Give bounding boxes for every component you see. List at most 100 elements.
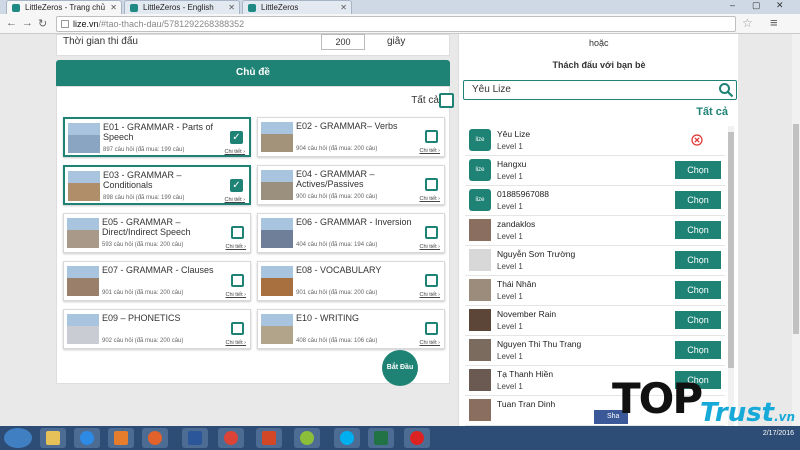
topic-checkbox[interactable]: ✓ <box>230 131 243 144</box>
friend-search-input[interactable]: Yêu Lize <box>463 80 737 100</box>
choose-button[interactable]: Chọn <box>675 341 721 359</box>
powerpoint-icon[interactable] <box>256 428 282 448</box>
word-icon[interactable] <box>182 428 208 448</box>
topic-thumbnail <box>261 122 293 152</box>
topic-detail-link[interactable]: Chi tiết › <box>420 340 441 346</box>
detail-label: Chi tiết <box>225 292 243 298</box>
choose-button[interactable]: Chọn <box>675 281 721 299</box>
topic-checkbox[interactable] <box>425 130 438 143</box>
topic-question-count: 408 câu hỏi (đã mua: 106 câu) <box>296 338 378 344</box>
watermark-logo-2: Trust.vn <box>700 398 795 428</box>
excel-icon[interactable] <box>368 428 394 448</box>
topic-checkbox[interactable] <box>231 226 244 239</box>
topic-checkbox[interactable] <box>425 226 438 239</box>
browser-tab-2[interactable]: LittleZeros - English ✕ <box>124 0 240 14</box>
window-close-icon[interactable]: ✕ <box>776 0 784 11</box>
search-icon[interactable] <box>718 82 734 98</box>
record-icon[interactable] <box>404 428 430 448</box>
close-tab-icon[interactable]: ✕ <box>228 1 235 15</box>
choose-button[interactable]: Chọn <box>675 251 721 269</box>
topic-card[interactable]: E05 - GRAMMAR – Direct/Indirect Speech 59… <box>63 213 251 253</box>
topic-name: E04 - GRAMMAR – Actives/Passives <box>296 169 375 189</box>
topic-detail-link[interactable]: Chi tiết › <box>420 244 441 250</box>
topic-card[interactable]: E03 - GRAMMAR – Conditionals 898 câu hỏi … <box>63 165 251 205</box>
url-input[interactable]: lize.vn/#tao-thach-dau/5781292268388352 <box>56 16 736 32</box>
system-clock[interactable]: 2/17/2016 <box>763 429 794 438</box>
choose-button[interactable]: Chọn <box>675 311 721 329</box>
topic-card[interactable]: E06 - GRAMMAR - Inversion 404 câu hỏi (đã… <box>257 213 445 253</box>
remove-icon[interactable] <box>691 134 703 146</box>
topic-card[interactable]: E09 – PHONETICS 902 câu hỏi (đã mua: 200 … <box>63 309 251 349</box>
tab-title: LittleZeros - English <box>143 3 214 12</box>
start-menu-icon[interactable] <box>4 428 32 448</box>
choose-button[interactable]: Chọn <box>675 221 721 239</box>
topic-card[interactable]: E10 - WRITING 408 câu hỏi (đã mua: 106 câ… <box>257 309 445 349</box>
topic-checkbox[interactable] <box>425 274 438 287</box>
topic-name: E05 - GRAMMAR – Direct/Indirect Speech <box>102 217 191 237</box>
topics-select-all[interactable]: Tất cả <box>411 93 455 108</box>
back-icon[interactable]: ← <box>6 17 17 29</box>
friend-row: lize 01885967088 Level 1 Chọn <box>465 186 725 216</box>
topic-detail-link[interactable]: Chi tiết › <box>226 340 247 346</box>
close-tab-icon[interactable]: ✕ <box>110 1 117 15</box>
topic-checkbox[interactable] <box>231 274 244 287</box>
app-icon[interactable] <box>294 428 320 448</box>
scrollbar-thumb[interactable] <box>728 132 734 368</box>
explorer-icon[interactable] <box>40 428 66 448</box>
detail-label: Chi tiết <box>224 149 242 155</box>
close-tab-icon[interactable]: ✕ <box>340 1 347 15</box>
topic-checkbox[interactable] <box>231 322 244 335</box>
friend-name: Nguyễn Sơn Trường <box>497 249 576 259</box>
maximize-icon[interactable]: ▢ <box>752 0 761 11</box>
or-label: hoặc <box>589 38 609 48</box>
friend-name: Yêu Lize <box>497 129 531 139</box>
choose-button[interactable]: Chọn <box>675 191 721 209</box>
friend-name: zandaklos <box>497 219 536 229</box>
topic-name: E03 - GRAMMAR – Conditionals <box>103 170 182 190</box>
select-all-checkbox[interactable] <box>439 93 455 108</box>
start-button[interactable]: Bắt Đầu <box>382 350 418 386</box>
page-scrollbar[interactable] <box>792 34 800 426</box>
menu-icon[interactable]: ≡ <box>770 15 778 30</box>
avatar <box>469 279 491 301</box>
topic-detail-link[interactable]: Chi tiết › <box>420 292 441 298</box>
chrome-icon[interactable] <box>218 428 244 448</box>
select-all-friends[interactable]: Tất cả <box>696 106 728 118</box>
topic-card[interactable]: E01 - GRAMMAR - Parts of Speech 897 câu h… <box>63 117 251 157</box>
topic-detail-link[interactable]: Chi tiết › <box>226 244 247 250</box>
bookmark-star-icon[interactable]: ☆ <box>742 16 753 30</box>
watermark-suffix: .vn <box>774 410 796 424</box>
internet-explorer-icon[interactable] <box>74 428 100 448</box>
browser-tab-3[interactable]: LittleZeros ✕ <box>242 0 352 14</box>
friend-level: Level 1 <box>497 352 523 361</box>
topic-detail-link[interactable]: Chi tiết › <box>420 196 441 202</box>
topic-card[interactable]: E07 - GRAMMAR - Clauses 901 câu hỏi (đã m… <box>63 261 251 301</box>
skype-icon[interactable] <box>334 428 360 448</box>
topic-detail-link[interactable]: Chi tiết › <box>225 149 246 155</box>
topic-card[interactable]: E02 - GRAMMAR– Verbs 904 câu hỏi (đã mua:… <box>257 117 445 157</box>
topic-detail-link[interactable]: Chi tiết › <box>226 292 247 298</box>
topic-thumbnail <box>68 123 100 153</box>
topic-question-count: 901 câu hỏi (đã mua: 200 câu) <box>296 290 378 296</box>
time-input[interactable]: 200 <box>321 34 365 50</box>
page-scrollbar-thumb[interactable] <box>793 124 799 334</box>
choose-button[interactable]: Chọn <box>675 161 721 179</box>
topic-checkbox[interactable] <box>425 178 438 191</box>
avatar <box>469 249 491 271</box>
media-player-icon[interactable] <box>108 428 134 448</box>
littlezeros-favicon <box>130 4 138 12</box>
minimize-icon[interactable]: – <box>730 0 735 10</box>
reload-icon[interactable]: ↻ <box>38 17 47 30</box>
browser-tab-1[interactable]: LittleZeros - Trang chủ ✕ <box>6 0 122 14</box>
topic-detail-link[interactable]: Chi tiết › <box>225 197 246 203</box>
topic-detail-link[interactable]: Chi tiết › <box>420 148 441 154</box>
firefox-icon[interactable] <box>142 428 168 448</box>
topic-card[interactable]: E04 - GRAMMAR – Actives/Passives 900 câu … <box>257 165 445 205</box>
forward-icon[interactable]: → <box>22 17 33 29</box>
topic-checkbox[interactable]: ✓ <box>230 179 243 192</box>
topic-checkbox[interactable] <box>425 322 438 335</box>
friend-level: Level 1 <box>497 172 523 181</box>
littlezeros-favicon <box>248 4 256 12</box>
friend-list-scrollbar[interactable] <box>728 126 734 426</box>
topic-card[interactable]: E08 - VOCABULARY 901 câu hỏi (đã mua: 200… <box>257 261 445 301</box>
